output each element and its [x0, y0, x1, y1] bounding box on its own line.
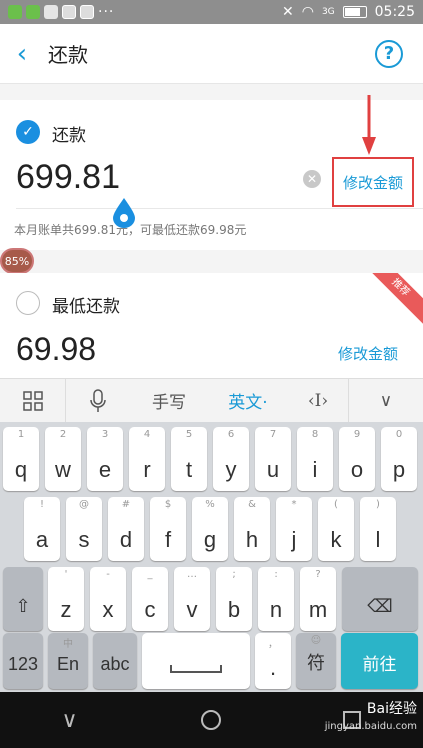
back-chevron-icon: ‹: [16, 38, 28, 69]
min-repay-card[interactable]: 推荐 最低还款 69.98 修改金额: [0, 273, 423, 378]
space-icon: [170, 665, 222, 673]
keyboard-toolbar: 手写 英文· ‹I› ∨: [0, 378, 423, 423]
emoji-icon: ☺: [310, 635, 322, 646]
handwrite-button[interactable]: 手写: [130, 379, 208, 423]
unchecked-radio-icon[interactable]: [16, 291, 40, 315]
watermark-logo: Bai经验: [366, 701, 417, 717]
repay-amount-input[interactable]: 699.81: [16, 158, 120, 197]
app-notification-icon: [62, 5, 76, 19]
page-title: 还款: [48, 43, 88, 67]
shift-key[interactable]: ⇧: [3, 567, 43, 631]
key-w[interactable]: 2w: [45, 427, 81, 491]
notification-icons: ···: [8, 4, 114, 20]
keyboard: 1q 2w 3e 4r 5t 6y 7u 8i 9o 0p ! a @ s # d $…: [0, 422, 423, 692]
language-key[interactable]: 中 En: [48, 633, 88, 689]
key-j[interactable]: * j: [276, 497, 312, 561]
abc-key[interactable]: abc: [93, 633, 137, 689]
more-notifications-icon: ···: [98, 4, 115, 20]
key-v[interactable]: … v: [174, 567, 210, 631]
symbol-key[interactable]: ☺ 符: [296, 633, 336, 689]
key-z[interactable]: ' z: [48, 567, 84, 631]
watermark-url: jingyan.baidu.com: [324, 721, 417, 732]
backspace-icon: ⌫: [367, 596, 393, 616]
key-e[interactable]: 3e: [87, 427, 123, 491]
battery-icon: [342, 6, 367, 18]
mute-icon: ✕: [281, 4, 294, 20]
cursor-control-button[interactable]: ‹I›: [288, 379, 348, 423]
wifi-icon: ◠: [301, 4, 314, 20]
key-r[interactable]: 4r: [129, 427, 165, 491]
recommend-ribbon: 推荐: [361, 273, 423, 327]
key-a[interactable]: ! a: [24, 497, 60, 561]
key-o[interactable]: 9o: [339, 427, 375, 491]
nav-back-button[interactable]: ∨: [61, 708, 77, 733]
full-repay-label: 还款: [52, 126, 86, 146]
status-bar: ··· ✕ ◠ 3G 05:25: [0, 0, 423, 24]
keyboard-menu-button[interactable]: [0, 378, 66, 423]
key-g[interactable]: % g: [192, 497, 228, 561]
annotation-arrow-icon: [362, 95, 376, 155]
key-i[interactable]: 8i: [297, 427, 333, 491]
progress-badge: 85%: [0, 248, 34, 274]
shift-icon: ⇧: [15, 596, 31, 616]
key-q[interactable]: 1q: [3, 427, 39, 491]
key-u[interactable]: 7u: [255, 427, 291, 491]
numbers-key[interactable]: 123: [3, 633, 43, 689]
edit-amount-highlight: 修改金额: [332, 157, 414, 207]
help-icon[interactable]: ?: [375, 39, 403, 68]
edit-min-amount-button[interactable]: 修改金额: [338, 343, 398, 364]
app-notification-icon: [26, 5, 40, 19]
key-k[interactable]: (k: [318, 497, 354, 561]
min-repay-amount: 69.98: [16, 331, 97, 367]
backspace-key[interactable]: ⌫: [342, 567, 418, 631]
key-y[interactable]: 6y: [213, 427, 249, 491]
key-n[interactable]: :n: [258, 567, 294, 631]
collapse-keyboard-button[interactable]: ∨: [348, 378, 423, 423]
key-p[interactable]: 0p: [381, 427, 417, 491]
watermark: Bai经验 jingyan.baidu.com: [325, 700, 417, 736]
key-b[interactable]: ; b: [216, 567, 252, 631]
status-time: 05:25: [374, 4, 415, 20]
min-repay-label: 最低还款: [52, 297, 120, 317]
english-mode-button[interactable]: 英文·: [208, 379, 288, 423]
go-key[interactable]: 前往: [341, 633, 418, 689]
key-f[interactable]: $ f: [150, 497, 186, 561]
key-s[interactable]: @ s: [66, 497, 102, 561]
grid-icon: [22, 390, 43, 411]
back-button[interactable]: ‹: [0, 24, 44, 84]
key-h[interactable]: & h: [234, 497, 270, 561]
app-notification-icon: [44, 5, 58, 19]
key-m[interactable]: ? m: [300, 567, 336, 631]
checked-radio-icon[interactable]: ✓: [16, 120, 40, 144]
mic-icon: [90, 388, 106, 412]
app-notification-icon: [8, 5, 22, 19]
key-x[interactable]: -x: [90, 567, 126, 631]
image-notification-icon: [80, 5, 94, 19]
clear-input-icon[interactable]: ✕: [303, 170, 321, 188]
text-cursor-handle-icon[interactable]: [113, 198, 135, 228]
page-header: ‹ 还款 ?: [0, 24, 423, 84]
key-t[interactable]: 5t: [171, 427, 207, 491]
period-key[interactable]: ，.: [255, 633, 291, 689]
key-d[interactable]: # d: [108, 497, 144, 561]
voice-input-button[interactable]: [66, 379, 130, 423]
key-l[interactable]: ) l: [360, 497, 396, 561]
key-c[interactable]: _ c: [132, 567, 168, 631]
edit-amount-button[interactable]: 修改金额: [343, 172, 403, 193]
nav-home-button[interactable]: [200, 710, 221, 730]
space-key[interactable]: [142, 633, 250, 689]
network-type: 3G: [321, 7, 335, 17]
divider: [16, 208, 423, 209]
full-repay-card[interactable]: ✓ 还款 699.81 ✕ 修改金额 本月账单共699.81元，可最低还款69.…: [0, 100, 423, 250]
